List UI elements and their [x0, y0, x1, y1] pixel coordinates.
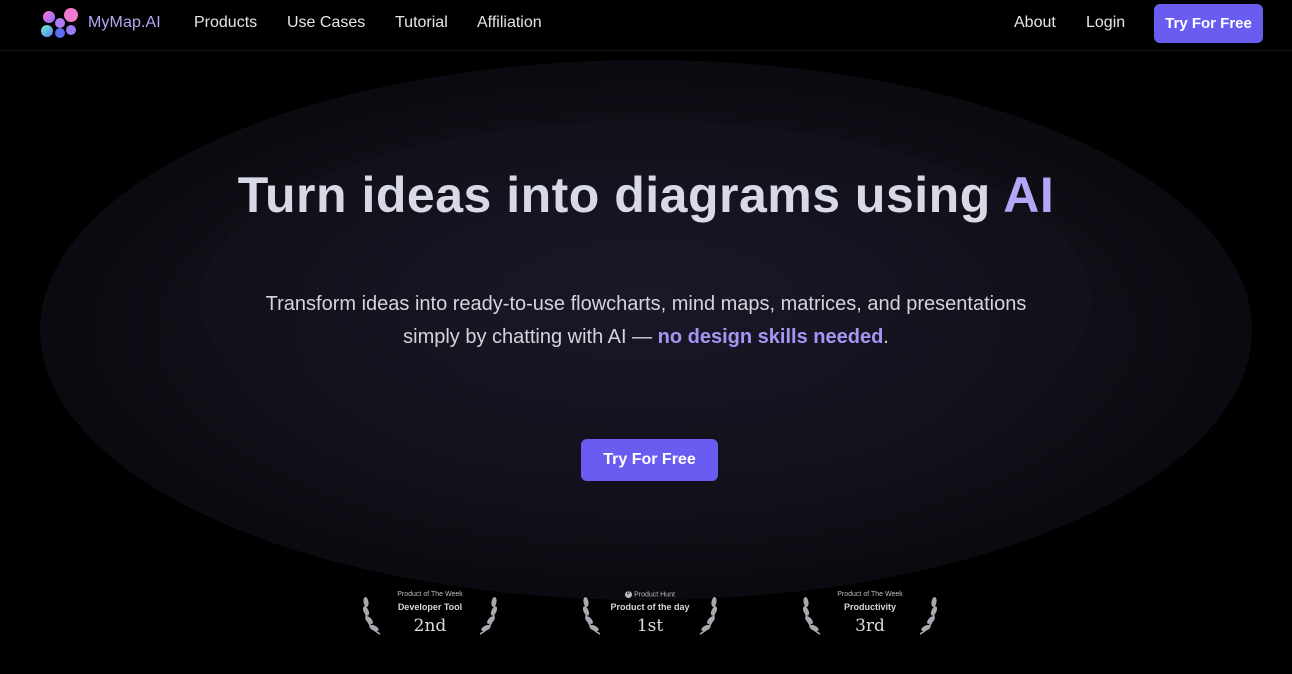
laurel-right-icon: [919, 597, 938, 635]
award-badge-developer-tool[interactable]: Product of The Week Developer Tool 2nd: [360, 588, 500, 638]
nav-link-about[interactable]: About: [1014, 14, 1056, 32]
nav-try-free-button[interactable]: Try For Free: [1154, 4, 1263, 43]
hero-title-main: Turn ideas into diagrams using: [237, 167, 1004, 223]
brand-name[interactable]: MyMap.AI: [88, 14, 161, 32]
landing-page: MyMap.AI Products Use Cases Tutorial Aff…: [0, 0, 1292, 674]
product-hunt-icon: P: [625, 591, 633, 598]
hero-subtitle-end: .: [883, 326, 889, 348]
hero-subtitle-line1: Transform ideas into ready-to-use flowch…: [265, 293, 1027, 315]
hero-try-free-button[interactable]: Try For Free: [581, 439, 718, 481]
hero-subtitle: Transform ideas into ready-to-use flowch…: [0, 288, 1292, 354]
hero-subtitle-line2: simply by chatting with AI —: [403, 326, 658, 348]
badge-top-label: Product Hunt: [634, 591, 675, 599]
award-badge-product-of-the-day[interactable]: P Product Hunt Product of the day 1st: [580, 588, 720, 638]
mymap-logo-icon[interactable]: [40, 8, 80, 40]
hero-subtitle-highlight: no design skills needed: [657, 326, 884, 348]
laurel-right-icon: [699, 597, 718, 635]
award-badge-productivity[interactable]: Product of The Week Productivity 3rd: [800, 588, 940, 638]
hero-title-accent: AI: [1003, 167, 1055, 223]
top-navbar: MyMap.AI Products Use Cases Tutorial Aff…: [0, 0, 1292, 51]
laurel-right-icon: [479, 597, 498, 635]
nav-link-affiliation[interactable]: Affiliation: [477, 14, 542, 32]
nav-link-tutorial[interactable]: Tutorial: [395, 14, 448, 32]
hero-title: Turn ideas into diagrams using AI: [0, 166, 1292, 224]
nav-link-use-cases[interactable]: Use Cases: [287, 14, 365, 32]
nav-link-login[interactable]: Login: [1086, 14, 1125, 32]
nav-link-products[interactable]: Products: [194, 14, 257, 32]
